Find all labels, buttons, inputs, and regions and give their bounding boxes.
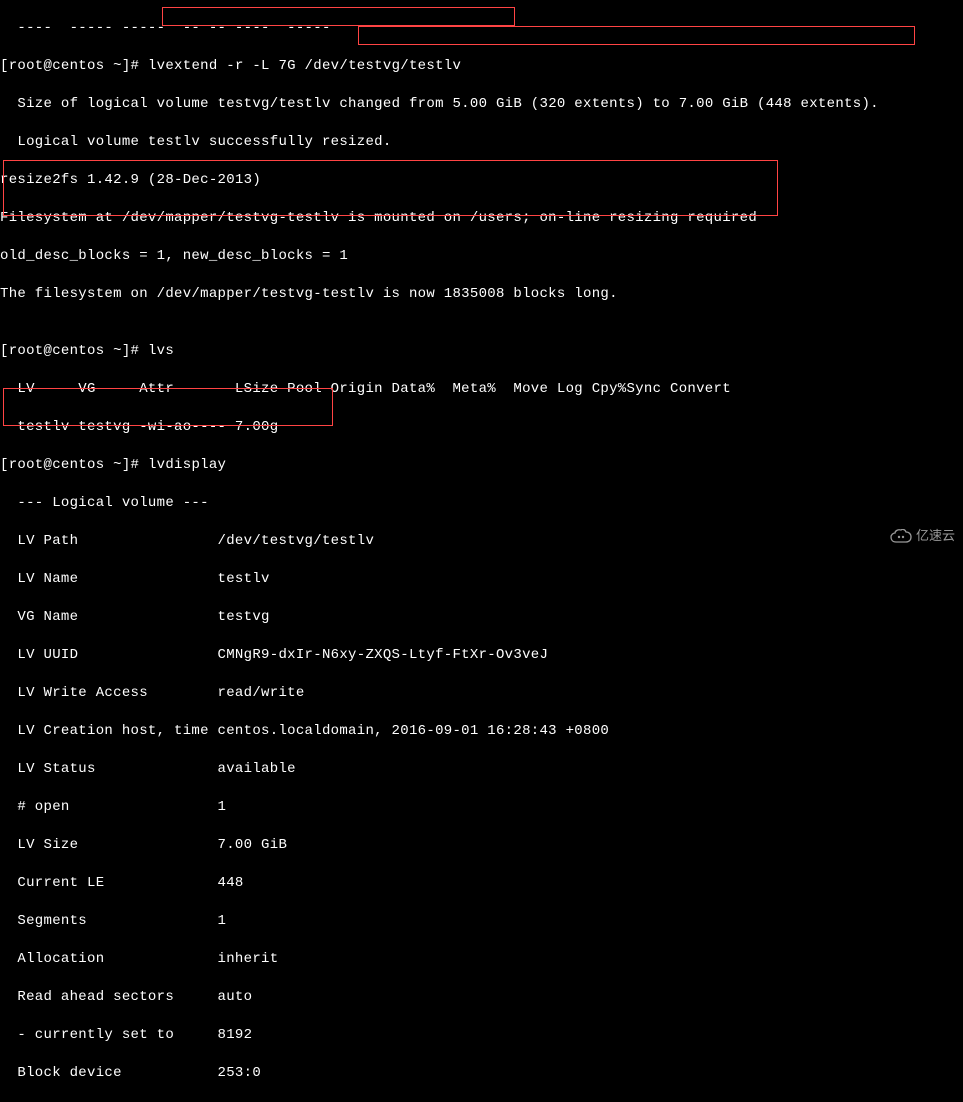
vg-name: VG Name testvg [0, 608, 963, 627]
allocation: Allocation inherit [0, 950, 963, 969]
lvdisplay-header: --- Logical volume --- [0, 494, 963, 513]
prompt-line-lvextend: [root@centos ~]# lvextend -r -L 7G /dev/… [0, 57, 963, 76]
prompt: [root@centos ~]# [0, 457, 148, 473]
cloud-icon [890, 529, 912, 543]
resize-success: Logical volume testlv successfully resiz… [0, 133, 963, 152]
desc-blocks: old_desc_blocks = 1, new_desc_blocks = 1 [0, 247, 963, 266]
size-change-highlight: changed from 5.00 GiB (320 extents) to 7… [339, 96, 878, 112]
truncated-line: ---- ----- ----- -- -- ---- ----- [0, 19, 963, 38]
fs-now: The filesystem on /dev/mapper/testvg-tes… [0, 285, 963, 304]
lv-uuid: LV UUID CMNgR9-dxIr-N6xy-ZXQS-Ltyf-FtXr-… [0, 646, 963, 665]
lvs-header: LV VG Attr LSize Pool Origin Data% Meta%… [0, 380, 963, 399]
block-device: Block device 253:0 [0, 1064, 963, 1083]
lvs-row: testlv testvg -wi-ao---- 7.00g [0, 418, 963, 437]
currently-set: - currently set to 8192 [0, 1026, 963, 1045]
watermark: 亿速云 [890, 526, 955, 545]
prompt-line-lvdisplay: [root@centos ~]# lvdisplay [0, 456, 963, 475]
fs-mounted: Filesystem at /dev/mapper/testvg-testlv … [0, 209, 963, 228]
watermark-text: 亿速云 [916, 526, 955, 545]
resize2fs: resize2fs 1.42.9 (28-Dec-2013) [0, 171, 963, 190]
segments: Segments 1 [0, 912, 963, 931]
lvextend-command: lvextend -r -L 7G /dev/testvg/testlv [148, 58, 461, 74]
lv-name: LV Name testlv [0, 570, 963, 589]
lvdisplay-command: lvdisplay [148, 457, 226, 473]
prompt: [root@centos ~]# [0, 58, 148, 74]
current-le: Current LE 448 [0, 874, 963, 893]
lv-write-access: LV Write Access read/write [0, 684, 963, 703]
lv-size: LV Size 7.00 GiB [0, 836, 963, 855]
lvs-command: lvs [148, 343, 174, 359]
lv-status: LV Status available [0, 760, 963, 779]
lv-open: # open 1 [0, 798, 963, 817]
prompt: [root@centos ~]# [0, 343, 148, 359]
prompt-line-lvs: [root@centos ~]# lvs [0, 342, 963, 361]
read-ahead: Read ahead sectors auto [0, 988, 963, 1007]
lv-creation: LV Creation host, time centos.localdomai… [0, 722, 963, 741]
terminal-output: ---- ----- ----- -- -- ---- ----- [root@… [0, 0, 963, 1102]
lv-path: LV Path /dev/testvg/testlv [0, 532, 963, 551]
size-change-line: Size of logical volume testvg/testlv cha… [0, 95, 963, 114]
